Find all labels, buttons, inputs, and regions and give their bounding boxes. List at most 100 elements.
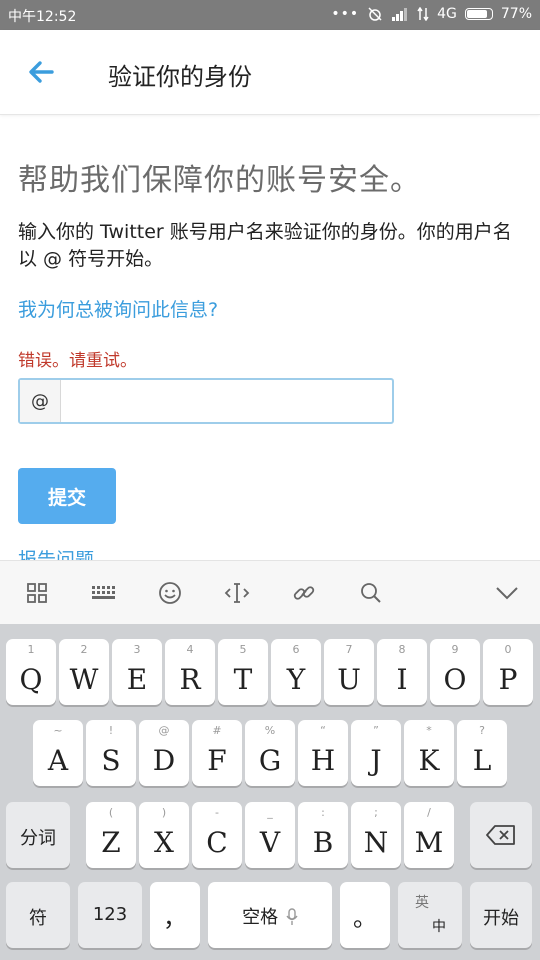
cursor-button[interactable] (221, 577, 253, 609)
arrow-left-icon (29, 61, 54, 83)
key-f[interactable]: # F (192, 720, 242, 786)
key-label: Y (286, 663, 306, 696)
link-button[interactable] (288, 577, 320, 609)
key-lang-top: 英 (415, 895, 429, 911)
search-button[interactable] (355, 577, 387, 609)
key-secondary-label: 1 (27, 643, 35, 656)
key-g[interactable]: % G (245, 720, 295, 786)
collapse-keyboard-button[interactable] (491, 577, 523, 609)
key-secondary-label: 9 (451, 643, 459, 656)
key-enter[interactable]: 开始 (470, 882, 532, 948)
key-secondary-label: @ (158, 724, 170, 737)
key-secondary-label: # (212, 724, 222, 737)
page-title: 验证你的身份 (108, 63, 252, 91)
key-k[interactable]: * K (404, 720, 454, 786)
report-problem-link[interactable]: 报告问题 (18, 545, 94, 560)
status-icons: ••• 4G 77% (331, 6, 532, 22)
key-label: M (414, 826, 444, 859)
key-label: D (152, 744, 176, 777)
key-comma[interactable]: ， (150, 882, 200, 948)
key-v[interactable]: _ V (245, 802, 295, 868)
cursor-icon (224, 583, 250, 603)
key-symbol[interactable]: 符 (6, 882, 70, 948)
key-c[interactable]: -C (192, 802, 242, 868)
key-fenci[interactable]: 分词 (6, 802, 70, 868)
key-q[interactable]: 1Q (6, 639, 56, 705)
key-label: T (233, 663, 253, 696)
key-123-label: 123 (92, 904, 128, 925)
back-button[interactable] (22, 52, 62, 92)
key-m[interactable]: / M (404, 802, 454, 868)
key-space[interactable]: 空格 (208, 882, 332, 948)
key-l[interactable]: ? L (457, 720, 507, 786)
microphone-icon (286, 908, 298, 925)
key-label: F (207, 744, 227, 777)
key-secondary-label: ) (161, 806, 167, 819)
key-i[interactable]: 8I (377, 639, 427, 705)
key-secondary-label: 8 (398, 643, 406, 656)
more-icon: ••• (331, 6, 360, 22)
key-o[interactable]: 9O (430, 639, 480, 705)
submit-button[interactable]: 提交 (18, 468, 116, 524)
key-language-switch[interactable]: 英 中 (398, 882, 462, 948)
status-bar: 中午12:52 ••• 4G 77% (0, 0, 540, 30)
key-secondary-label: - (215, 806, 219, 819)
why-asked-link[interactable]: 我为何总被询问此信息? (18, 295, 218, 322)
key-h[interactable]: “H (298, 720, 348, 786)
key-secondary-label: ! (108, 724, 114, 737)
key-label: P (498, 663, 518, 696)
key-label: L (472, 744, 492, 777)
key-fenci-label: 分词 (20, 828, 56, 849)
keyboard-layout-button[interactable] (87, 577, 119, 609)
battery-icon (464, 8, 493, 20)
verification-form: 帮助我们保障你的账号安全。 输入你的 Twitter 账号用户名来验证你的身份。… (0, 115, 540, 560)
key-secondary-label: : (321, 806, 325, 819)
key-b[interactable]: :B (298, 802, 348, 868)
key-enter-label: 开始 (483, 908, 519, 929)
key-u[interactable]: 7U (324, 639, 374, 705)
key-y[interactable]: 6Y (271, 639, 321, 705)
key-z[interactable]: (Z (86, 802, 136, 868)
alarm-off-icon (368, 7, 382, 21)
key-label: N (363, 826, 389, 859)
username-input[interactable] (62, 380, 394, 424)
key-secondary-label: ” (373, 724, 379, 737)
key-w[interactable]: 2W (59, 639, 109, 705)
key-t[interactable]: 5T (218, 639, 268, 705)
key-secondary-label: ( (108, 806, 114, 819)
key-p[interactable]: 0P (483, 639, 533, 705)
backspace-icon (486, 825, 515, 845)
key-label: W (69, 663, 99, 696)
key-label: S (101, 744, 121, 777)
chevron-down-icon (496, 587, 518, 600)
grid-button[interactable] (21, 577, 53, 609)
key-secondary-label: 6 (292, 643, 300, 656)
key-secondary-label: ? (479, 724, 485, 737)
key-a[interactable]: ~ A (33, 720, 83, 786)
headline: 帮助我们保障你的账号安全。 (18, 163, 421, 198)
key-secondary-label: 5 (239, 643, 247, 656)
data-transfer-icon (417, 7, 429, 21)
key-delete[interactable] (470, 802, 532, 868)
key-j[interactable]: ” J (351, 720, 401, 786)
emoji-button[interactable] (154, 577, 186, 609)
key-x[interactable]: ) X (139, 802, 189, 868)
at-prefix: @ (20, 380, 61, 422)
app-bar: 验证你的身份 (0, 30, 540, 115)
key-123[interactable]: 123 (78, 882, 142, 948)
key-label: I (396, 663, 408, 696)
key-label: V (259, 826, 281, 859)
key-secondary-label: % (264, 724, 276, 737)
key-secondary-label: / (427, 806, 431, 819)
keyboard-icon (92, 586, 115, 599)
keyboard: 分词 符 123 ， 空格 。 英 中 开始 1Q2W3E4R5T6Y7U8I9… (0, 624, 540, 960)
key-label: X (154, 826, 174, 859)
key-secondary-label: ~ (53, 724, 63, 737)
key-s[interactable]: ! S (86, 720, 136, 786)
key-r[interactable]: 4R (165, 639, 215, 705)
key-n[interactable]: ; N (351, 802, 401, 868)
key-secondary-label: _ (267, 806, 273, 819)
key-e[interactable]: 3E (112, 639, 162, 705)
key-d[interactable]: @ D (139, 720, 189, 786)
key-comma-label: ， (163, 904, 187, 932)
